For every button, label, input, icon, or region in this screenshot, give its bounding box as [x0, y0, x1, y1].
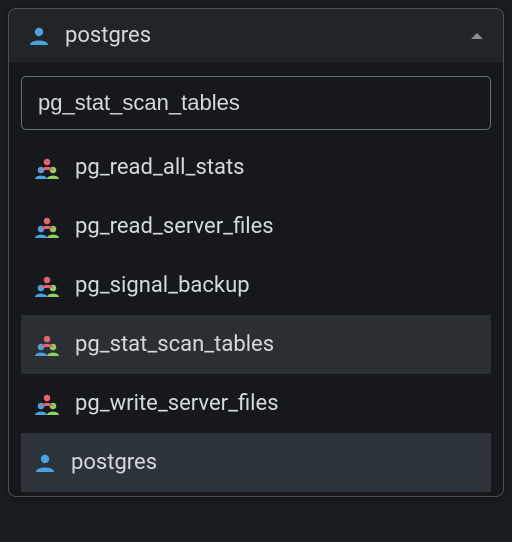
option-label: postgres	[71, 450, 157, 475]
dropdown-header[interactable]: postgres	[9, 9, 503, 62]
option-pg_signal_backup[interactable]: pg_signal_backup	[21, 256, 491, 315]
role-dropdown: postgres pg_read_all_stats pg_read_server…	[8, 8, 504, 497]
option-pg_stat_scan_tables[interactable]: pg_stat_scan_tables	[21, 315, 491, 374]
option-label: pg_stat_scan_tables	[75, 332, 274, 357]
user-icon	[27, 26, 51, 46]
group-role-icon	[33, 275, 61, 297]
search-input[interactable]	[36, 89, 480, 117]
user-role-icon	[33, 453, 57, 473]
dropdown-panel: pg_read_all_stats pg_read_server_files pg_…	[9, 62, 503, 496]
chevron-up-icon	[469, 26, 485, 45]
option-label: pg_read_all_stats	[75, 155, 245, 180]
option-pg_read_server_files[interactable]: pg_read_server_files	[21, 197, 491, 256]
options-list: pg_read_all_stats pg_read_server_files pg_…	[21, 138, 491, 492]
option-postgres[interactable]: postgres	[21, 433, 491, 492]
option-label: pg_signal_backup	[75, 273, 250, 298]
option-label: pg_read_server_files	[75, 214, 274, 239]
option-label: pg_write_server_files	[75, 391, 279, 416]
option-pg_write_server_files[interactable]: pg_write_server_files	[21, 374, 491, 433]
search-box	[21, 76, 491, 130]
group-role-icon	[33, 157, 61, 179]
group-role-icon	[33, 334, 61, 356]
group-role-icon	[33, 216, 61, 238]
group-role-icon	[33, 393, 61, 415]
option-pg_read_all_stats[interactable]: pg_read_all_stats	[21, 138, 491, 197]
dropdown-selected-label: postgres	[65, 23, 469, 48]
